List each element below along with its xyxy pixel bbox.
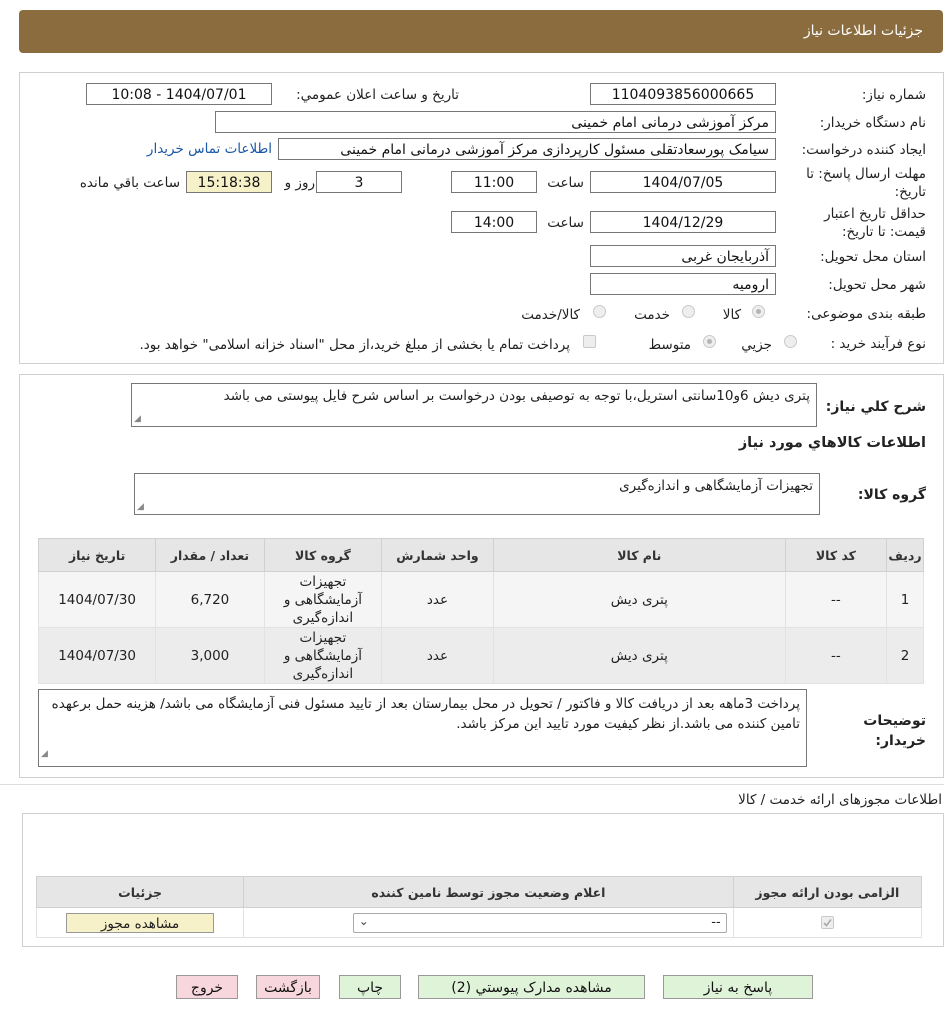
cell-qty: 3,000 xyxy=(155,627,265,684)
goods-group-text: تجهیزات آزمایشگاهی و اندازه‌گیری xyxy=(619,478,813,494)
permit-status-value: -- xyxy=(711,914,721,930)
creator-field: سیامک پورسعادتقلی مسئول کارپردازی مرکز آ… xyxy=(278,138,776,160)
days-field: 3 xyxy=(316,171,402,193)
need-number-field: 1104093856000665 xyxy=(590,83,776,105)
category-goods-service-radio[interactable] xyxy=(593,305,606,318)
price-time-field: 14:00 xyxy=(451,211,537,233)
process-label: نوع فرآیند خرید : xyxy=(830,336,926,352)
chevron-down-icon: ⌄ xyxy=(358,913,369,928)
permits-details-cell: مشاهده مجوز xyxy=(35,907,245,938)
process-medium-radio[interactable] xyxy=(703,335,716,348)
permits-table: الزامی بودن ارائه مجوز اعلام وضعیت مجوز … xyxy=(35,876,923,938)
permits-row: -- ⌄ مشاهده مجوز xyxy=(35,907,923,938)
divider xyxy=(0,784,944,785)
print-button[interactable]: چاپ xyxy=(339,975,401,999)
permits-col-details: جزئیات xyxy=(35,876,245,908)
col-header-row: ردیف xyxy=(886,538,924,572)
permit-status-select[interactable]: -- ⌄ xyxy=(352,912,727,933)
process-medium-label: متوسط xyxy=(648,337,691,353)
attachments-button[interactable]: مشاهده مدارک پیوستي (2) xyxy=(418,975,645,999)
buyer-notes-label: توضیحات خریدار: xyxy=(863,713,926,749)
cell-name: پتری دیش xyxy=(492,627,786,684)
city-field: ارومیه xyxy=(590,273,776,295)
cell-name: پتری دیش xyxy=(492,571,786,628)
col-header-group: گروه کالا xyxy=(263,538,383,572)
goods-info-title: اطلاعات كالاهاي مورد نياز xyxy=(738,435,926,451)
permits-required-cell xyxy=(732,907,923,938)
back-button[interactable]: بازگشت xyxy=(256,975,320,999)
permits-status-cell: -- ⌄ xyxy=(243,907,734,938)
announce-label: تاریخ و ساعت اعلان عمومي: xyxy=(296,87,459,103)
exit-button[interactable]: خروج xyxy=(176,975,238,999)
cell-unit: عدد xyxy=(381,627,494,684)
process-small-radio[interactable] xyxy=(784,335,797,348)
col-header-qty: تعداد / مقدار xyxy=(155,538,265,572)
cell-date: 1404/07/30 xyxy=(37,627,157,684)
reply-time-field: 11:00 xyxy=(451,171,537,193)
description-label: شرح كلي نياز: xyxy=(825,399,926,415)
announce-field: 1404/07/01 - 10:08 xyxy=(86,83,272,105)
remaining-label: ساعت باقي مانده xyxy=(79,175,180,191)
cell-group: تجهیزات آزمایشگاهی و اندازه‌گیری xyxy=(263,627,383,684)
price-time-label: ساعت xyxy=(547,215,584,231)
resize-grip-icon: ◢ xyxy=(137,502,144,512)
permits-col-status: اعلام وضعیت مجوز توسط نامین کننده xyxy=(243,876,734,908)
permits-col-required: الزامی بودن ارائه مجوز xyxy=(732,876,923,908)
reply-deadline-label: مهلت ارسال پاسخ: تا تاریخ: xyxy=(806,166,926,200)
page-header: جزئیات اطلاعات نیاز xyxy=(19,10,943,53)
category-goods-service-label: کالا/خدمت xyxy=(521,307,580,323)
col-header-name: نام کالا xyxy=(492,538,786,572)
reply-date-field: 1404/07/05 xyxy=(590,171,776,193)
col-header-unit: واحد شمارش xyxy=(381,538,494,572)
buyer-contact-link[interactable]: اطلاعات تماس خریدار xyxy=(147,141,272,157)
category-service-label: خدمت xyxy=(634,307,670,323)
category-goods-label: کالا xyxy=(722,307,741,323)
category-goods-radio[interactable] xyxy=(752,305,765,318)
city-label: شهر محل تحویل: xyxy=(828,277,926,293)
province-label: استان محل تحویل: xyxy=(820,249,926,265)
province-field: آذربایجان غربی xyxy=(590,245,776,267)
need-number-label: شماره نیاز: xyxy=(861,87,926,103)
resize-grip-icon: ◢ xyxy=(134,414,141,424)
price-validity-label: حداقل تاریخ اعتبار قیمت: تا تاریخ: xyxy=(824,206,926,240)
col-header-code: کد کالا xyxy=(784,538,888,572)
reply-time-label: ساعت xyxy=(547,175,584,191)
items-table: ردیف کد کالا نام کالا واحد شمارش گروه کا… xyxy=(37,538,924,684)
cell-code: -- xyxy=(784,627,888,684)
resize-grip-icon: ◢ xyxy=(41,749,48,759)
cell-code: -- xyxy=(784,571,888,628)
cell-group: تجهیزات آزمایشگاهی و اندازه‌گیری xyxy=(263,571,383,628)
page-title: جزئیات اطلاعات نیاز xyxy=(803,23,923,39)
buyer-notes-textarea[interactable]: پرداخت 3ماهه بعد از دریافت کالا و فاکتور… xyxy=(38,689,807,767)
description-text: پتری دیش 6و10سانتی استریل،با توجه به توص… xyxy=(223,388,810,404)
permits-title: اطلاعات مجوزهای ارائه خدمت / کالا xyxy=(738,792,942,808)
cell-row: 2 xyxy=(886,627,924,684)
remaining-time-field: 15:18:38 xyxy=(186,171,272,193)
table-row: 2 -- پتری دیش عدد تجهیزات آزمایشگاهی و ا… xyxy=(37,627,924,684)
goods-group-label: گروه کالا: xyxy=(857,487,926,503)
days-label: روز و xyxy=(284,175,315,191)
permit-required-checkbox xyxy=(820,916,834,929)
col-header-date: تاریخ نیاز xyxy=(37,538,157,572)
treasury-payment-checkbox[interactable] xyxy=(583,335,596,348)
reply-button[interactable]: پاسخ به نیاز xyxy=(663,975,813,999)
price-date-field: 1404/12/29 xyxy=(590,211,776,233)
treasury-payment-note: پرداخت تمام یا بخشی از مبلغ خرید،از محل … xyxy=(139,337,570,353)
buyer-field: مرکز آموزشی درمانی امام خمینی xyxy=(215,111,776,133)
cell-date: 1404/07/30 xyxy=(37,571,157,628)
cell-qty: 6,720 xyxy=(155,571,265,628)
table-row: 1 -- پتری دیش عدد تجهیزات آزمایشگاهی و ا… xyxy=(37,571,924,628)
creator-label: ایجاد کننده درخواست: xyxy=(801,142,926,158)
process-small-label: جزیي xyxy=(741,337,772,353)
category-label: طبقه بندی موضوعی: xyxy=(806,306,926,322)
description-textarea[interactable]: پتری دیش 6و10سانتی استریل،با توجه به توص… xyxy=(131,383,817,427)
goods-group-textarea[interactable]: تجهیزات آزمایشگاهی و اندازه‌گیری ◢ xyxy=(134,473,820,515)
cell-row: 1 xyxy=(886,571,924,628)
category-service-radio[interactable] xyxy=(682,305,695,318)
buyer-notes-text: پرداخت 3ماهه بعد از دریافت کالا و فاکتور… xyxy=(51,696,800,732)
cell-unit: عدد xyxy=(381,571,494,628)
buyer-label: نام دستگاه خریدار: xyxy=(819,115,926,131)
view-permit-button[interactable]: مشاهده مجوز xyxy=(66,912,215,933)
